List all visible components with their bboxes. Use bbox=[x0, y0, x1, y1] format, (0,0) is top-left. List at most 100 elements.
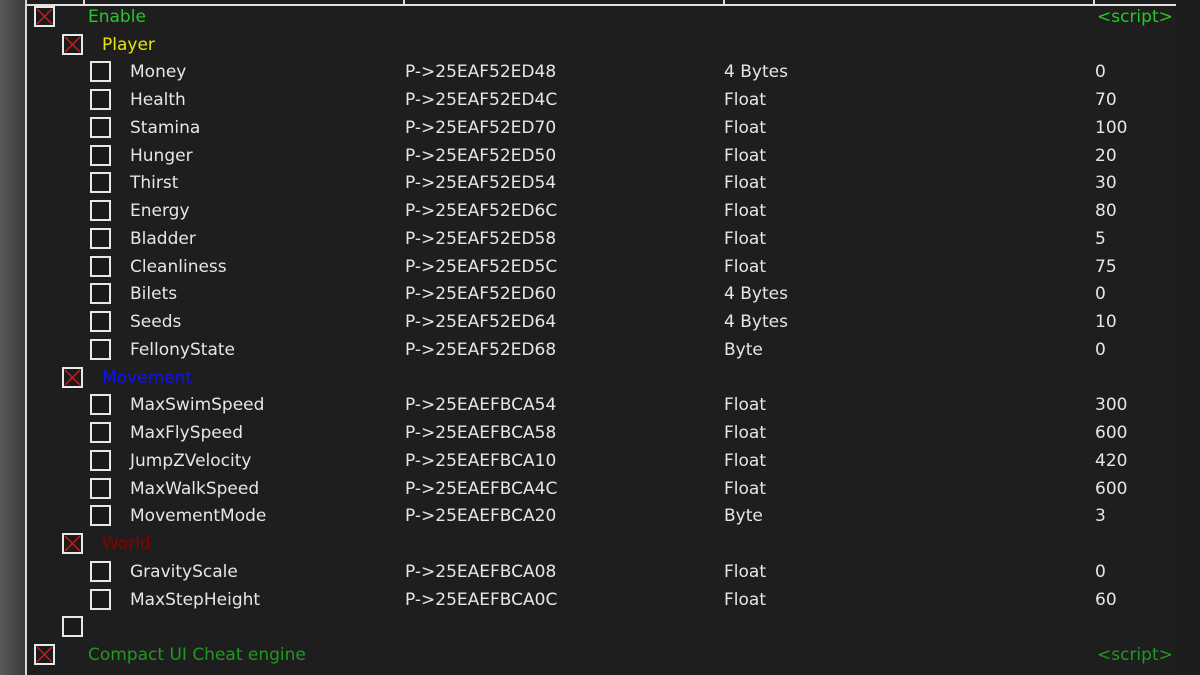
description: Thirst bbox=[130, 173, 179, 194]
active-checkbox[interactable] bbox=[90, 449, 111, 471]
description: Player bbox=[102, 34, 155, 55]
value: 5 bbox=[1095, 228, 1106, 249]
table-row[interactable]: MaxFlySpeed P->25EAEFBCA58 Float 600 bbox=[0, 420, 1176, 448]
description: MovementMode bbox=[130, 506, 267, 527]
active-checkbox[interactable] bbox=[90, 477, 111, 499]
cross-icon bbox=[36, 646, 53, 663]
address: P->25EAF52ED54 bbox=[405, 173, 557, 194]
table-row[interactable]: Enable <script> bbox=[0, 4, 1176, 32]
table-row[interactable]: Thirst P->25EAF52ED54 Float 30 bbox=[0, 170, 1176, 198]
description: MaxWalkSpeed bbox=[130, 478, 260, 499]
active-checkbox[interactable] bbox=[62, 533, 83, 555]
value: 70 bbox=[1095, 90, 1117, 111]
description: Health bbox=[130, 90, 186, 111]
type: Float bbox=[724, 117, 766, 138]
type: Float bbox=[724, 589, 766, 610]
table-row[interactable]: Compact UI Cheat engine <script> bbox=[0, 642, 1176, 670]
table-row[interactable]: Bilets P->25EAF52ED60 4 Bytes 0 bbox=[0, 281, 1176, 309]
address: P->25EAF52ED4C bbox=[405, 90, 558, 111]
active-checkbox[interactable] bbox=[90, 61, 111, 83]
description: MaxStepHeight bbox=[130, 589, 261, 610]
active-checkbox[interactable] bbox=[90, 116, 111, 138]
description: Bilets bbox=[130, 284, 178, 305]
table-row[interactable]: FellonyState P->25EAF52ED68 Byte 0 bbox=[0, 337, 1176, 365]
table-row[interactable]: Seeds P->25EAF52ED64 4 Bytes 10 bbox=[0, 309, 1176, 337]
value: 0 bbox=[1095, 561, 1106, 582]
table-row[interactable]: Player bbox=[0, 32, 1176, 60]
table-row[interactable]: World bbox=[0, 531, 1176, 559]
value: 600 bbox=[1095, 423, 1128, 444]
description: Stamina bbox=[130, 117, 201, 138]
table-row[interactable]: Energy P->25EAF52ED6C Float 80 bbox=[0, 198, 1176, 226]
right-panel-edge bbox=[1176, 0, 1200, 675]
active-checkbox[interactable] bbox=[90, 255, 111, 277]
active-checkbox[interactable] bbox=[90, 505, 111, 527]
active-checkbox[interactable] bbox=[90, 394, 111, 416]
active-checkbox[interactable] bbox=[90, 227, 111, 249]
cross-icon bbox=[64, 369, 81, 386]
table-row[interactable]: MovementMode P->25EAEFBCA20 Byte 3 bbox=[0, 503, 1176, 531]
value: 80 bbox=[1095, 201, 1117, 222]
active-checkbox[interactable] bbox=[90, 200, 111, 222]
value: 300 bbox=[1095, 395, 1128, 416]
active-checkbox[interactable] bbox=[90, 172, 111, 194]
value: 3 bbox=[1095, 506, 1106, 527]
cross-icon bbox=[36, 8, 53, 25]
active-checkbox[interactable] bbox=[62, 616, 83, 638]
address: P->25EAEFBCA0C bbox=[405, 589, 558, 610]
active-checkbox[interactable] bbox=[90, 338, 111, 360]
active-checkbox[interactable] bbox=[90, 144, 111, 166]
active-checkbox[interactable] bbox=[90, 283, 111, 305]
table-row[interactable]: MaxSwimSpeed P->25EAEFBCA54 Float 300 bbox=[0, 392, 1176, 420]
type: Float bbox=[724, 478, 766, 499]
description: GravityScale bbox=[130, 561, 238, 582]
table-row[interactable]: JumpZVelocity P->25EAEFBCA10 Float 420 bbox=[0, 448, 1176, 476]
address: P->25EAEFBCA4C bbox=[405, 478, 558, 499]
table-row[interactable]: MaxWalkSpeed P->25EAEFBCA4C Float 600 bbox=[0, 476, 1176, 504]
table-row[interactable]: Bladder P->25EAF52ED58 Float 5 bbox=[0, 226, 1176, 254]
type: Float bbox=[724, 173, 766, 194]
table-row[interactable]: Cleanliness P->25EAF52ED5C Float 75 bbox=[0, 254, 1176, 282]
address: P->25EAF52ED50 bbox=[405, 145, 557, 166]
table-row[interactable]: GravityScale P->25EAEFBCA08 Float 0 bbox=[0, 559, 1176, 587]
active-checkbox[interactable] bbox=[34, 6, 55, 27]
description: Cleanliness bbox=[130, 256, 227, 277]
active-checkbox[interactable] bbox=[90, 560, 111, 582]
active-checkbox[interactable] bbox=[90, 588, 111, 610]
value: 100 bbox=[1095, 117, 1128, 138]
address: P->25EAF52ED48 bbox=[405, 62, 557, 83]
active-checkbox[interactable] bbox=[90, 311, 111, 333]
active-checkbox[interactable] bbox=[34, 644, 55, 666]
active-checkbox[interactable] bbox=[90, 422, 111, 444]
address: P->25EAEFBCA08 bbox=[405, 561, 557, 582]
table-row[interactable]: MaxStepHeight P->25EAEFBCA0C Float 60 bbox=[0, 587, 1176, 615]
value: <script> bbox=[1097, 7, 1173, 27]
address: P->25EAF52ED68 bbox=[405, 339, 557, 360]
value: 60 bbox=[1095, 589, 1117, 610]
type: Float bbox=[724, 256, 766, 277]
active-checkbox[interactable] bbox=[90, 89, 111, 111]
address: P->25EAF52ED58 bbox=[405, 228, 557, 249]
type: Float bbox=[724, 228, 766, 249]
description: FellonyState bbox=[130, 339, 235, 360]
table-row[interactable]: Money P->25EAF52ED48 4 Bytes 0 bbox=[0, 59, 1176, 87]
active-checkbox[interactable] bbox=[62, 366, 83, 388]
address: P->25EAEFBCA20 bbox=[405, 506, 557, 527]
description: Energy bbox=[130, 201, 190, 222]
active-checkbox[interactable] bbox=[62, 33, 83, 55]
value: 0 bbox=[1095, 339, 1106, 360]
table-row[interactable]: Movement bbox=[0, 365, 1176, 393]
table-row[interactable]: Hunger P->25EAF52ED50 Float 20 bbox=[0, 143, 1176, 171]
table-row[interactable] bbox=[0, 614, 1176, 642]
description: World bbox=[102, 534, 151, 555]
address: P->25EAEFBCA58 bbox=[405, 423, 557, 444]
value: 600 bbox=[1095, 478, 1128, 499]
type: 4 Bytes bbox=[724, 312, 788, 333]
address: P->25EAEFBCA10 bbox=[405, 450, 557, 471]
value: 0 bbox=[1095, 284, 1106, 305]
table-row[interactable]: Stamina P->25EAF52ED70 Float 100 bbox=[0, 115, 1176, 143]
description: JumpZVelocity bbox=[130, 450, 252, 471]
type: Float bbox=[724, 201, 766, 222]
type: Float bbox=[724, 423, 766, 444]
table-row[interactable]: Health P->25EAF52ED4C Float 70 bbox=[0, 87, 1176, 115]
